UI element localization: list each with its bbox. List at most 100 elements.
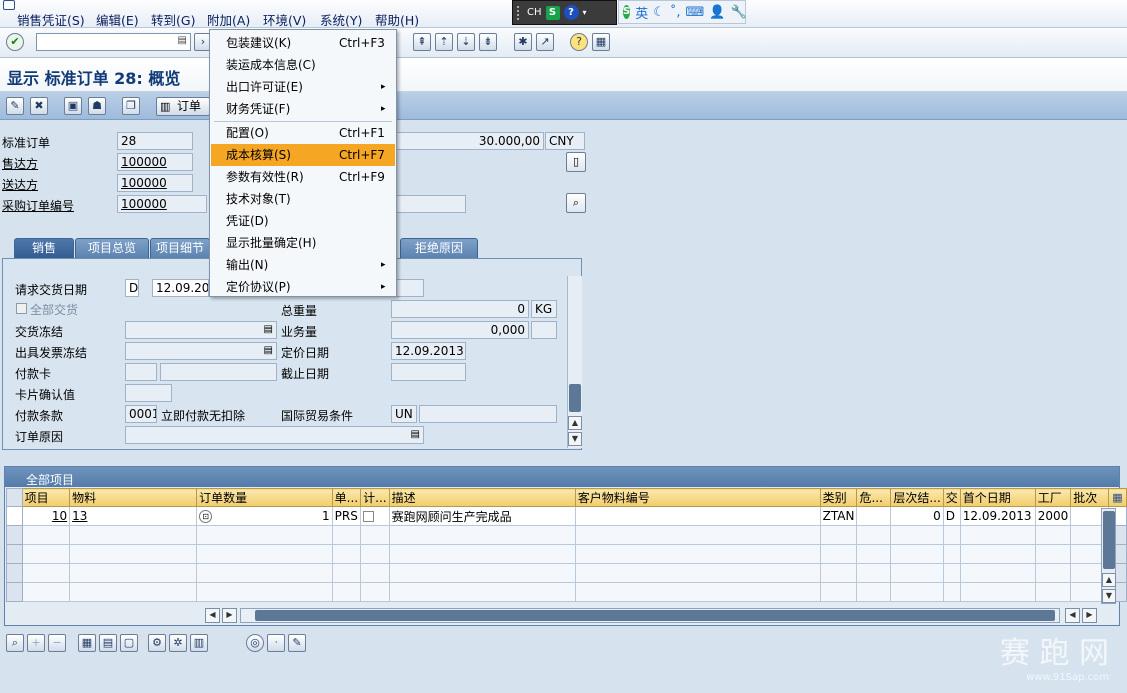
menu-extras[interactable]: 附加(A) (207, 10, 250, 29)
calc-checkbox[interactable] (363, 511, 375, 522)
edit-note-icon[interactable]: ✎ (288, 634, 306, 652)
po-date-field[interactable] (396, 195, 466, 213)
dropdown-icon[interactable]: ▤ (264, 343, 273, 359)
hscroll-left-end-icon[interactable]: ◀ (1065, 608, 1080, 623)
menu-item-technical-objects[interactable]: 技术对象(T) (211, 188, 395, 210)
partner-icon[interactable]: ☗ (88, 97, 106, 115)
ime-mode[interactable]: 英 (635, 3, 648, 22)
wrench-icon[interactable]: 🔧 (730, 5, 746, 20)
last-page-icon[interactable]: ⇟ (479, 33, 497, 51)
menu-system[interactable]: 系统(Y) (320, 10, 362, 29)
row-selector[interactable] (6, 506, 23, 526)
tab-item-overview[interactable]: 项目总览 (75, 238, 149, 258)
table-row[interactable] (6, 582, 1127, 602)
magnifier-icon[interactable]: ⌕ (566, 193, 586, 213)
pricing-icon[interactable]: ▥ (190, 634, 208, 652)
cell-unit[interactable]: PRS (331, 506, 362, 526)
cell-item[interactable]: 10 (21, 506, 71, 526)
order-reason-field[interactable]: ▤ (125, 426, 424, 444)
shortcut-icon[interactable]: ↗ (536, 33, 554, 51)
volume-field[interactable]: 0,000 (391, 321, 529, 339)
incoterms-field[interactable]: UN (391, 405, 417, 423)
menu-help[interactable]: 帮助(H) (375, 10, 419, 29)
req-delivery-date-field[interactable]: 12.09.20 (152, 279, 209, 297)
new-session-icon[interactable]: ✱ (514, 33, 532, 51)
column-config-icon[interactable]: ▦ (1108, 488, 1127, 507)
history-picker-icon[interactable]: ▤ (178, 35, 187, 46)
scroll-thumb[interactable] (569, 384, 581, 412)
table-scroll-thumb[interactable] (1103, 511, 1115, 569)
col-header-calc[interactable]: 计... (360, 488, 390, 507)
dropdown-icon[interactable]: ▤ (411, 427, 420, 443)
cell-hazard[interactable] (856, 506, 892, 526)
menu-environment[interactable]: 环境(V) (263, 10, 306, 29)
menu-item-shipment-cost[interactable]: 装运成本信息(C) (211, 54, 395, 76)
grip-icon[interactable] (517, 5, 523, 20)
panel-vertical-scrollbar[interactable]: ▲ ▼ (567, 276, 582, 448)
cell-first-date[interactable]: 12.09.2013 (959, 506, 1036, 526)
po-number-label[interactable]: 采购订单编号 (2, 197, 74, 214)
person-icon[interactable]: 👤 (709, 5, 725, 20)
col-header-hierarchy[interactable]: 层次结... (890, 488, 944, 507)
table-row[interactable] (6, 563, 1127, 583)
col-header-plant[interactable]: 工厂 (1034, 488, 1072, 507)
command-field[interactable]: ▤ (36, 33, 191, 51)
volume-unit-field[interactable] (531, 321, 557, 339)
tab-sales[interactable]: 销售 (14, 238, 74, 258)
cell-description[interactable]: 赛跑网顾问生产完成品 (388, 506, 576, 526)
scroll-up-arrow-icon[interactable]: ▲ (568, 416, 582, 430)
cell-plant[interactable]: 2000 (1034, 506, 1072, 526)
configuration-icon[interactable]: ✲ (169, 634, 187, 652)
hscroll-left-icon[interactable]: ◀ (205, 608, 220, 623)
cutoff-date-field[interactable] (391, 363, 466, 381)
item-detail-icon[interactable]: ⌕ (6, 634, 24, 652)
menu-item-parameter-effectivity[interactable]: 参数有效性(R) Ctrl+F9 (211, 166, 395, 188)
col-header-description[interactable]: 描述 (388, 488, 576, 507)
cell-order-qty[interactable]: ⊡ 1 (196, 506, 333, 526)
deselect-all-icon[interactable]: ▢ (120, 634, 138, 652)
menu-item-output[interactable]: 输出(N) ▸ (211, 254, 395, 276)
tab-reason-rejection[interactable]: 拒绝原因 (400, 238, 478, 258)
col-header-category[interactable]: 类别 (819, 488, 858, 507)
col-header-item[interactable]: 项目 (21, 488, 71, 507)
total-weight-field[interactable]: 0 (391, 300, 529, 318)
menu-item-documents[interactable]: 凭证(D) (211, 210, 395, 232)
net-value-field[interactable]: 30.000,00 (396, 132, 544, 150)
menu-item-financial-document[interactable]: 财务凭证(F) ▸ (211, 98, 395, 120)
sold-to-field[interactable]: 100000 (117, 153, 193, 171)
sold-to-label[interactable]: 售达方 (2, 155, 38, 172)
output-icon[interactable]: ᐧ (267, 634, 285, 652)
next-page-icon[interactable]: ⇣ (457, 33, 475, 51)
cell-material[interactable]: 13 (69, 506, 198, 526)
cell-customer-material[interactable] (574, 506, 821, 526)
menu-item-batch-determination[interactable]: 显示批量确定(H) (211, 232, 395, 254)
document-flow-icon[interactable]: ❐ (122, 97, 140, 115)
select-all-icon[interactable]: ▦ (78, 634, 96, 652)
currency-field[interactable]: CNY (545, 132, 585, 150)
col-header-customer-material[interactable]: 客户物料编号 (574, 488, 821, 507)
layout-menu-icon[interactable]: ▦ (592, 33, 610, 51)
row-selector[interactable] (6, 544, 23, 564)
ime-lang[interactable]: CH (527, 7, 542, 18)
menu-item-packing-proposal[interactable]: 包装建议(K) Ctrl+F3 (211, 32, 395, 54)
col-header-batch[interactable]: 批次 (1070, 488, 1110, 507)
menu-goto[interactable]: 转到(G) (151, 10, 195, 29)
table-vertical-scrollbar[interactable]: ▲ ▼ (1101, 508, 1116, 604)
row-select-header[interactable] (6, 488, 23, 507)
payment-terms-code-field[interactable]: 0001 (125, 405, 157, 423)
std-order-field[interactable]: 28 (117, 132, 193, 150)
req-delivery-type-field[interactable]: D (125, 279, 139, 297)
full-delivery-checkbox[interactable] (16, 303, 27, 314)
cell-delivery[interactable]: D (942, 506, 961, 526)
display-change-icon[interactable]: ✖ (30, 97, 48, 115)
ship-to-field[interactable]: 100000 (117, 174, 193, 192)
col-header-first-date[interactable]: 首个日期 (959, 488, 1036, 507)
cell-hierarchy[interactable]: 0 (890, 506, 944, 526)
select-block-icon[interactable]: ▤ (99, 634, 117, 652)
comma-icon[interactable]: ˚, (670, 5, 681, 20)
hscroll-thumb[interactable] (255, 610, 1055, 621)
first-page-icon[interactable]: ⇞ (413, 33, 431, 51)
help-icon[interactable]: ? (563, 5, 579, 20)
col-header-hazard[interactable]: 危... (856, 488, 892, 507)
help-icon[interactable]: ? (570, 33, 588, 51)
